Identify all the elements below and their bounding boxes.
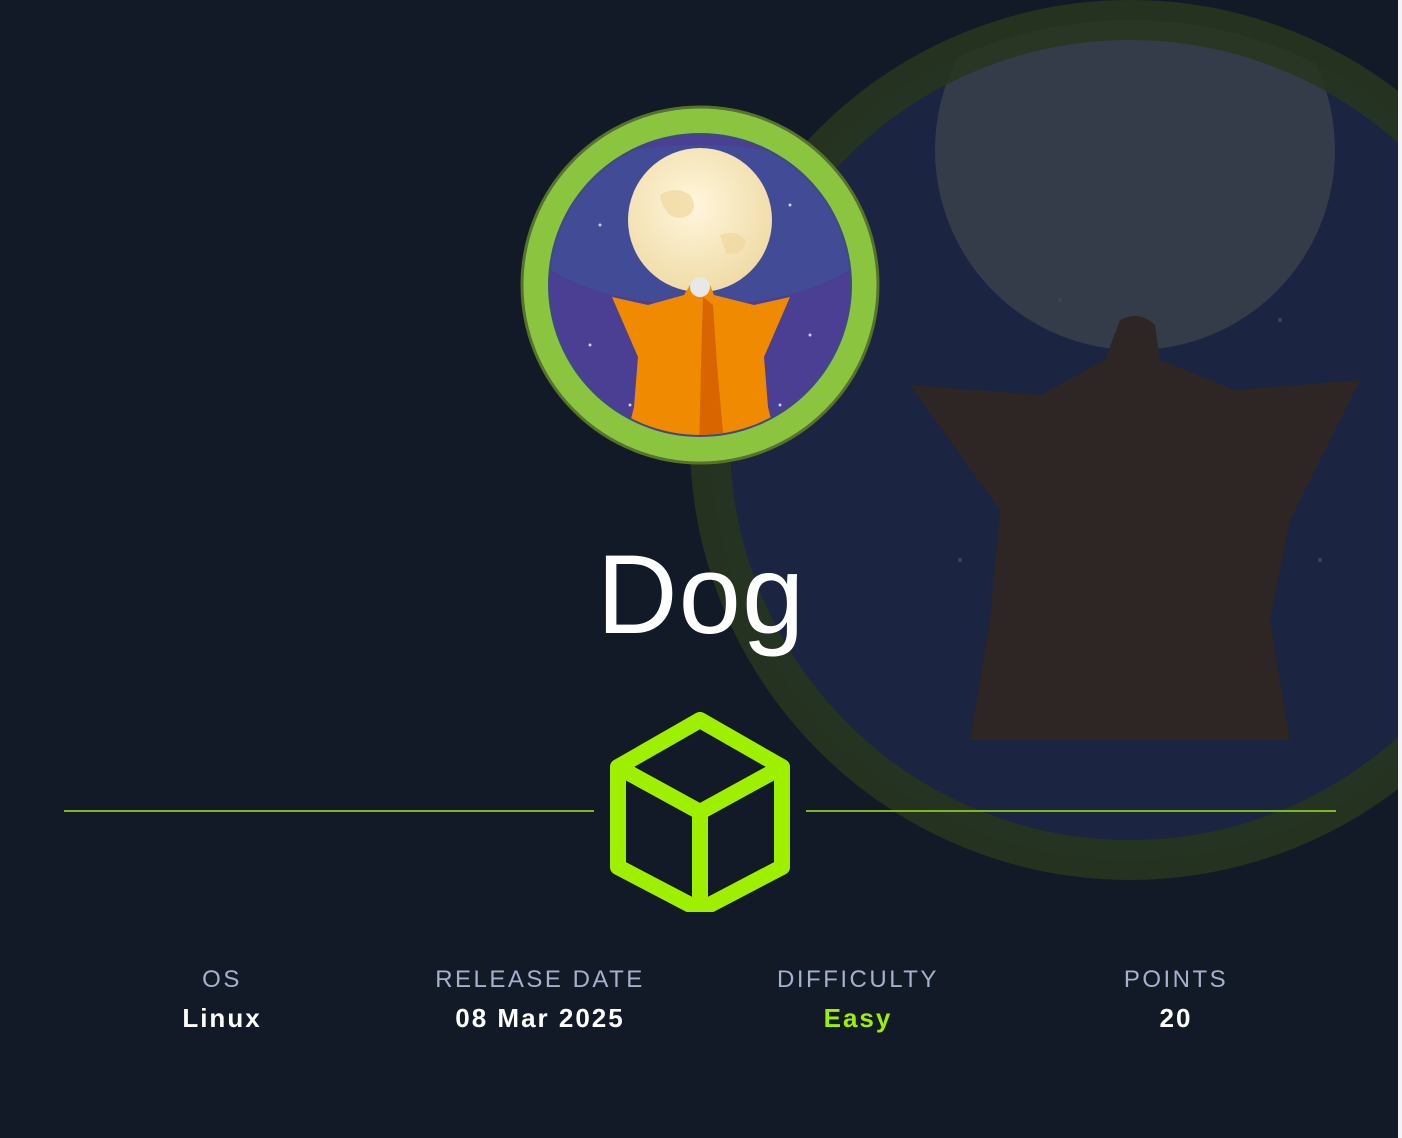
stat-release-date-label: RELEASE DATE (435, 966, 645, 993)
stat-os-value: Linux (182, 1003, 262, 1033)
stat-points: POINTS 20 (1026, 965, 1326, 1033)
divider-right (806, 810, 1336, 812)
stat-points-value: 20 (1159, 1003, 1193, 1033)
divider-left (64, 810, 594, 812)
stat-release-date: RELEASE DATE 08 Mar 2025 (390, 965, 690, 1033)
machine-avatar (520, 105, 880, 465)
stat-os: OS Linux (72, 965, 372, 1033)
stat-os-label: OS (202, 966, 242, 993)
stat-difficulty-label: DIFFICULTY (777, 966, 939, 993)
stat-release-date-value: 08 Mar 2025 (455, 1003, 625, 1033)
stat-difficulty: DIFFICULTY Easy (708, 965, 1008, 1033)
stat-points-label: POINTS (1123, 966, 1229, 993)
stat-difficulty-value: Easy (823, 1003, 893, 1033)
cube-icon (610, 712, 790, 912)
machine-name: Dog (596, 532, 806, 657)
